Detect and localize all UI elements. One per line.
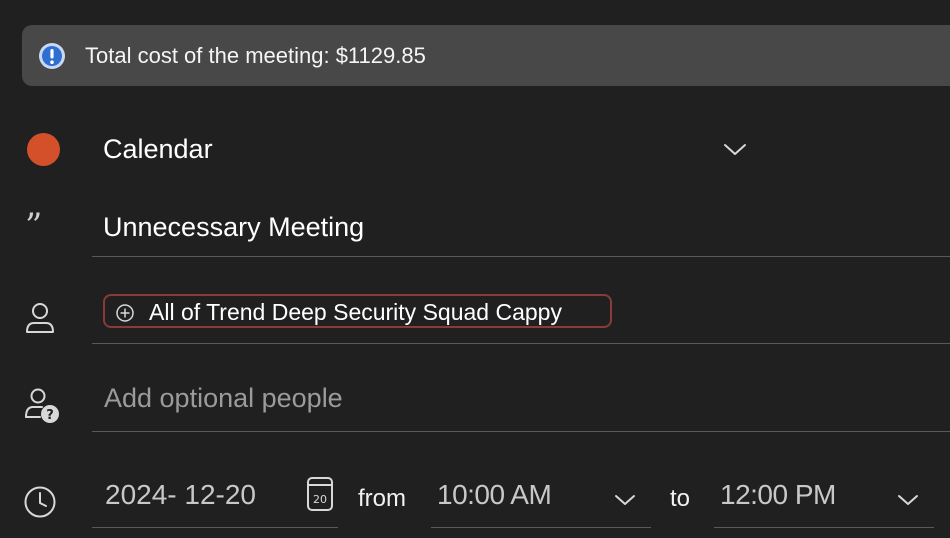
calendar-color-dot <box>27 133 60 166</box>
start-time-value: 10:00 AM <box>437 479 552 510</box>
to-label: to <box>670 485 691 512</box>
svg-text:?: ? <box>46 408 54 423</box>
chevron-down-icon[interactable] <box>722 140 748 158</box>
info-icon <box>38 42 66 70</box>
meeting-cost-text: Total cost of the meeting: $1129.85 <box>85 43 426 68</box>
person-question-icon: ? <box>23 388 61 426</box>
chevron-down-icon[interactable] <box>613 492 637 508</box>
date-picker-field[interactable]: 2024- 12-20 20 <box>92 470 338 528</box>
svg-text:”: ” <box>25 210 42 240</box>
meeting-form: Total cost of the meeting: $1129.85 Cale… <box>0 0 950 538</box>
meeting-cost-banner: Total cost of the meeting: $1129.85 <box>22 25 950 86</box>
from-label: from <box>358 485 406 512</box>
end-time-field[interactable]: 12:00 PM <box>714 470 934 528</box>
start-time-field[interactable]: 10:00 AM <box>431 470 651 528</box>
quote-icon: ” <box>25 206 55 246</box>
plus-circle-icon[interactable] <box>116 304 134 322</box>
attendees-divider <box>92 343 950 344</box>
title-divider <box>92 256 950 257</box>
optional-divider <box>92 431 950 432</box>
calendar-icon[interactable]: 20 <box>306 475 334 513</box>
meeting-title-field[interactable]: Unnecessary Meeting <box>103 211 364 243</box>
optional-people-input[interactable] <box>104 381 904 415</box>
attendee-chip[interactable]: All of Trend Deep Security Squad Cappy <box>103 294 612 328</box>
end-time-value: 12:00 PM <box>720 479 836 510</box>
date-value: 2024- 12-20 <box>105 479 257 510</box>
calendar-icon-day: 20 <box>313 493 327 506</box>
clock-icon <box>23 485 57 519</box>
chevron-down-icon[interactable] <box>896 492 920 508</box>
attendee-chip-label: All of Trend Deep Security Squad Cappy <box>149 299 562 325</box>
calendar-select-label[interactable]: Calendar <box>103 133 213 165</box>
person-icon <box>23 302 57 336</box>
